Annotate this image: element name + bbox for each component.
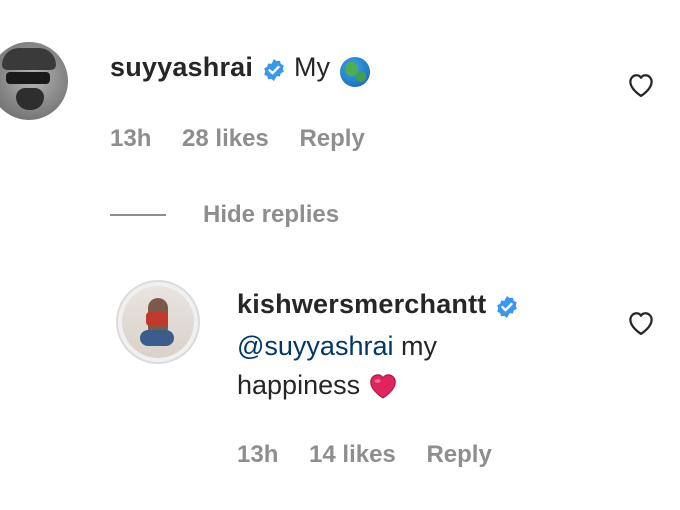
- reply-username-line: kishwersmerchantt: [237, 289, 519, 323]
- reply-button[interactable]: Reply: [426, 441, 491, 468]
- reply-text: my: [393, 331, 437, 361]
- comment-time[interactable]: 13h: [110, 125, 151, 152]
- reply-text-line1: @suyyashrai my: [237, 331, 437, 362]
- reply-button[interactable]: Reply: [299, 125, 364, 152]
- verified-badge-icon: [497, 295, 517, 318]
- comment-line: suyyashrai My: [110, 52, 371, 87]
- comment-likes[interactable]: 28 likes: [182, 125, 269, 152]
- reply-username[interactable]: kishwersmerchantt: [237, 289, 487, 319]
- reply-time[interactable]: 13h: [237, 441, 278, 468]
- heart-outline-icon[interactable]: [626, 70, 656, 98]
- mention-link[interactable]: @suyyashrai: [237, 331, 393, 361]
- reply-likes[interactable]: 14 likes: [309, 441, 396, 468]
- comment-text: My: [294, 52, 330, 82]
- verified-badge-icon: [263, 58, 284, 81]
- hide-replies-button[interactable]: Hide replies: [203, 201, 339, 229]
- reply-text-line2: happiness: [237, 370, 400, 401]
- comment-meta: 13h 28 likes Reply: [110, 125, 365, 153]
- avatar[interactable]: [116, 280, 200, 364]
- avatar[interactable]: [0, 42, 68, 120]
- divider: [110, 214, 166, 216]
- heart-outline-icon[interactable]: [626, 308, 656, 336]
- reply-text: happiness: [237, 370, 361, 400]
- reply-meta: 13h 14 likes Reply: [237, 441, 492, 469]
- comment-username[interactable]: suyyashrai: [110, 52, 253, 82]
- red-heart-emoji: [369, 374, 396, 399]
- globe-emoji: [340, 56, 371, 87]
